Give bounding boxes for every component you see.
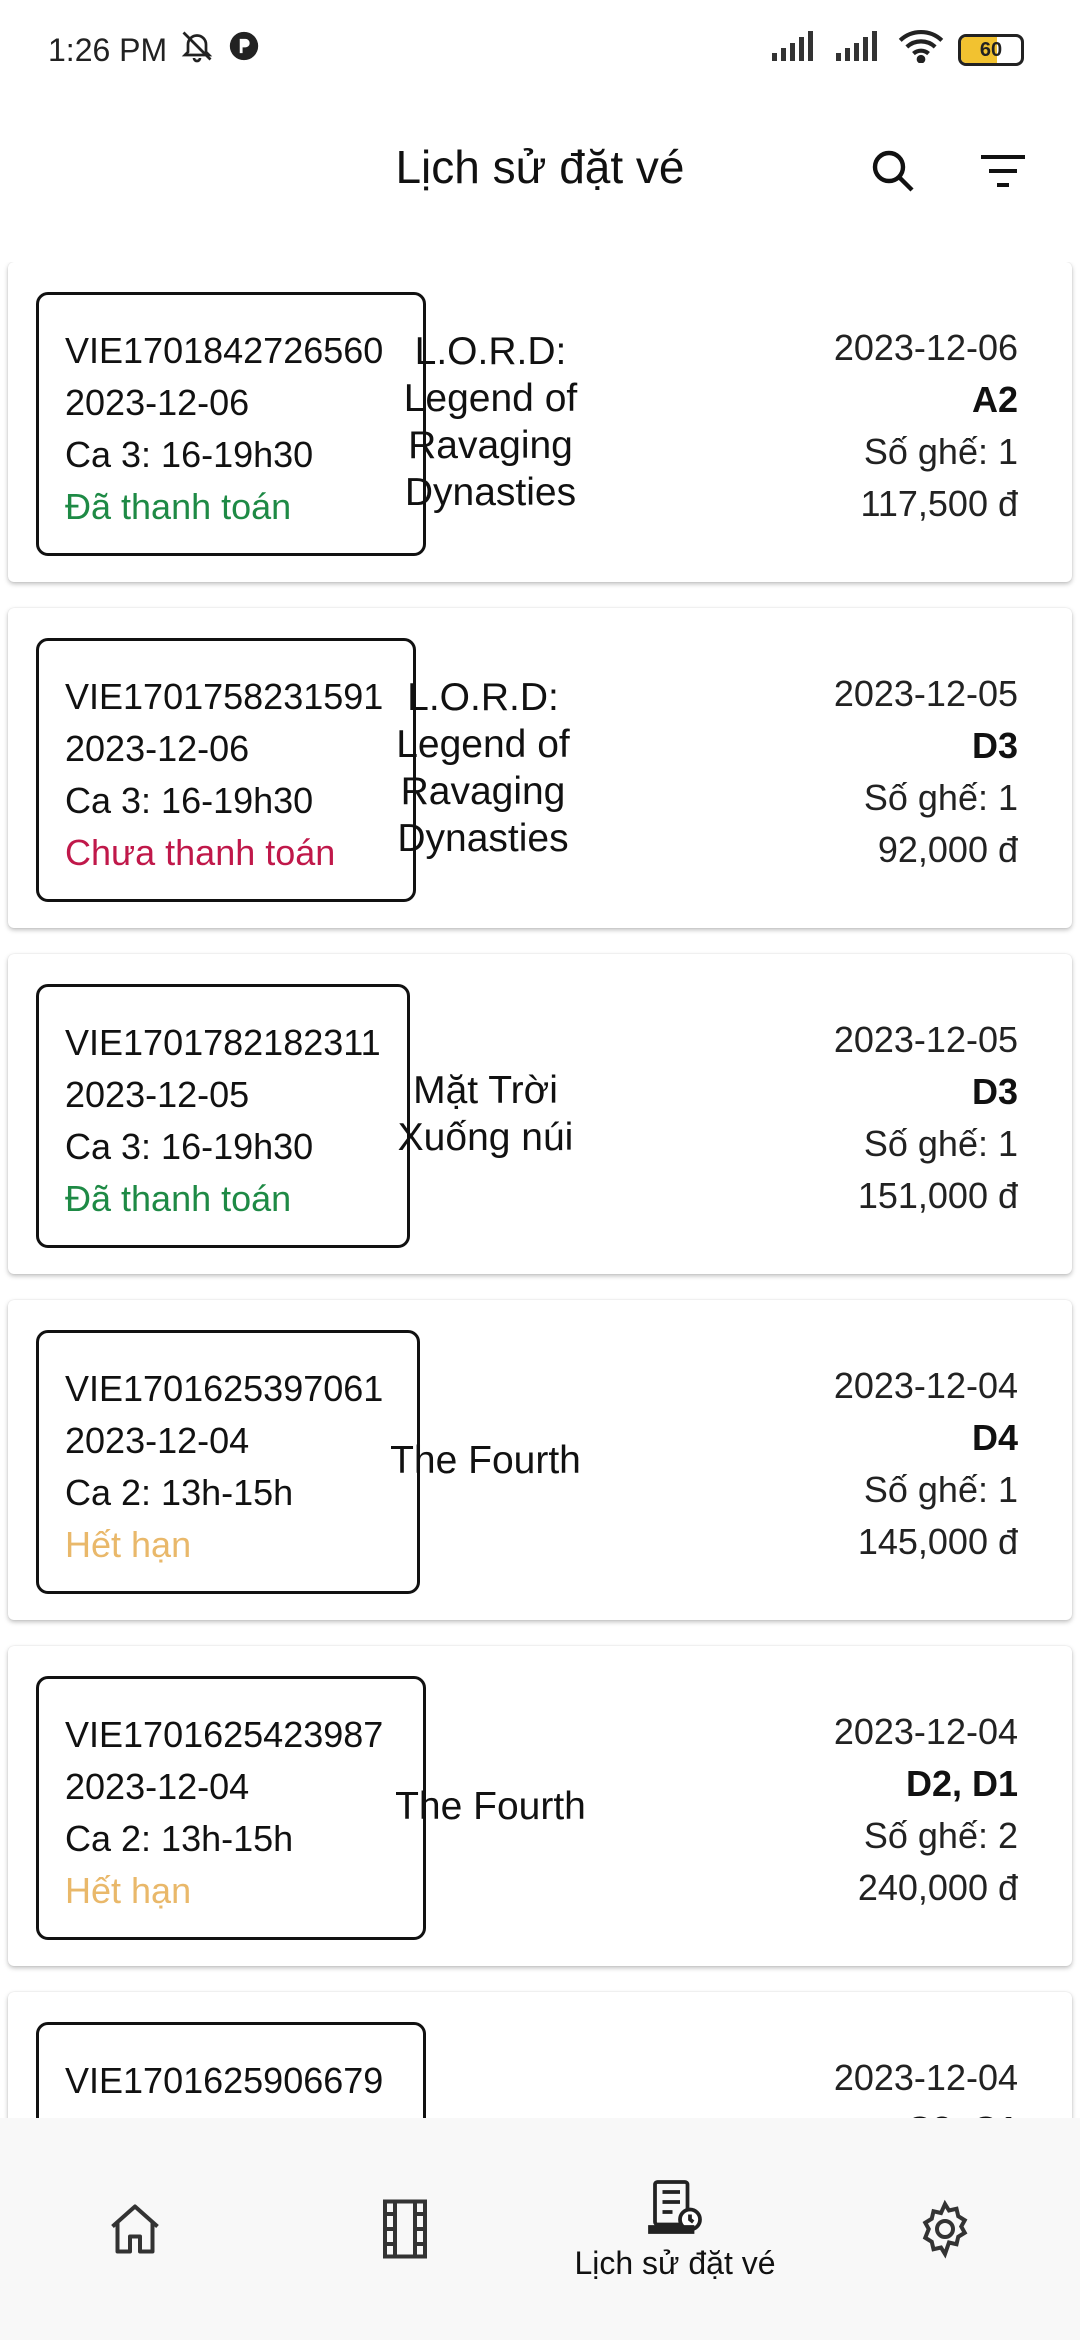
battery-icon: 60	[958, 34, 1024, 66]
show-date: 2023-12-06	[833, 327, 1018, 368]
ticket-price: 151,000 đ	[857, 1175, 1018, 1216]
ticket-price: 240,000 đ	[857, 1867, 1018, 1908]
movie-title-text: The Fourth	[395, 1784, 586, 1828]
ticket-price: 92,000 đ	[877, 829, 1018, 870]
movie-title-text: L.O.R.D: Legend of Ravaging Dynasties	[396, 676, 570, 860]
movie-title-text: Mặt Trời Xuống núi	[397, 1069, 574, 1159]
home-icon	[111, 2204, 159, 2254]
seat-count: Số ghế: 1	[863, 1123, 1018, 1164]
booking-history-screen: 1:26 PM 60 Lịch sử đặt vé VIE17018427265…	[0, 0, 1080, 2340]
seat-list: D4	[971, 1417, 1018, 1458]
seat-list: D2, D1	[905, 1763, 1018, 1804]
nav-booking-history[interactable]: Lịch sử đặt vé	[540, 2118, 810, 2340]
movie-title-text: L.O.R.D: Legend of Ravaging Dynasties	[403, 330, 578, 514]
movie-title: L.O.R.D: Legend of Ravaging Dynasties	[298, 262, 683, 582]
search-icon	[872, 150, 914, 192]
filter-icon	[981, 155, 1025, 187]
seat-count: Số ghế: 1	[863, 777, 1018, 818]
show-date: 2023-12-04	[833, 1711, 1018, 1752]
seat-count: Số ghế: 2	[863, 1815, 1018, 1856]
seat-list: D3	[971, 725, 1018, 766]
app-header: Lịch sử đặt vé	[0, 110, 1080, 230]
booking-card[interactable]: VIE1701758231591 2023-12-06 Ca 3: 16-19h30…	[8, 608, 1072, 928]
seat-list: A2	[971, 379, 1018, 420]
app-notification-icon	[227, 29, 261, 71]
nav-home[interactable]	[0, 2118, 270, 2340]
nav-label-booking-history: Lịch sử đặt vé	[574, 2244, 776, 2281]
booking-details: 2023-12-05 D3 Số ghế: 1 92,000 đ	[834, 668, 1018, 876]
booking-card[interactable]: VIE17016259066792023-12-05Mặt Trời2023-1…	[8, 1992, 1072, 2118]
booking-card[interactable]: VIE1701782182311 2023-12-05 Ca 3: 16-19h30…	[8, 954, 1072, 1274]
movie-title: The Fourth	[298, 1300, 673, 1620]
status-bar: 1:26 PM 60	[0, 0, 1080, 100]
bottom-navigation: Lịch sử đặt vé	[0, 2118, 1080, 2340]
movie-title: L.O.R.D: Legend of Ravaging Dynasties	[298, 608, 668, 928]
seat-list: D3	[971, 1071, 1018, 1112]
show-date: 2023-12-04	[833, 2057, 1018, 2098]
movie-title: Mặt Trời Xuống núi	[298, 954, 673, 1274]
booking-card[interactable]: VIE1701842726560 2023-12-06 Ca 3: 16-19h30…	[8, 262, 1072, 582]
ticket-price: 117,500 đ	[860, 483, 1018, 524]
seat-count: Số ghế: 1	[863, 431, 1018, 472]
booking-history-icon	[648, 2179, 702, 2234]
battery-indicator: 60	[958, 34, 1032, 66]
booking-card[interactable]: VIE1701625397061 2023-12-04 Ca 2: 13h-15h H…	[8, 1300, 1072, 1620]
seat-list: C2, C1	[834, 2104, 1018, 2118]
clock: 1:26 PM	[48, 31, 168, 68]
movie-title-text: The Fourth	[390, 1438, 581, 1482]
nav-settings[interactable]	[810, 2118, 1080, 2340]
seat-count: Số ghế: 1	[863, 1469, 1018, 1510]
signal-icon	[770, 31, 820, 69]
bell-muted-icon	[179, 28, 215, 72]
movie-title: Mặt Trời	[298, 1992, 673, 2118]
booking-card[interactable]: VIE1701625423987 2023-12-04 Ca 2: 13h-15h H…	[8, 1646, 1072, 1966]
status-bar-right: 60	[770, 29, 1032, 71]
movie-title: The Fourth	[298, 1646, 683, 1966]
show-date: 2023-12-04	[833, 1365, 1018, 1406]
show-date: 2023-12-05	[833, 1019, 1018, 1060]
show-date: 2023-12-05	[833, 673, 1018, 714]
booking-details: 2023-12-05 D3 Số ghế: 1 151,000 đ	[834, 1014, 1018, 1222]
wifi-icon	[898, 29, 944, 71]
nav-movies[interactable]	[270, 2118, 540, 2340]
booking-details: 2023-12-04 D4 Số ghế: 1 145,000 đ	[834, 1360, 1018, 1568]
booking-details: 2023-12-04 D2, D1 Số ghế: 2 240,000 đ	[834, 1706, 1018, 1914]
film-icon	[383, 2199, 427, 2259]
signal-icon-2	[834, 31, 884, 69]
filter-button[interactable]	[968, 136, 1038, 206]
booking-list[interactable]: VIE1701842726560 2023-12-06 Ca 3: 16-19h30…	[0, 262, 1080, 2118]
ticket-price: 145,000 đ	[857, 1521, 1018, 1562]
search-button[interactable]	[858, 136, 928, 206]
booking-details: 2023-12-04 C2, C1	[834, 2052, 1018, 2118]
booking-details: 2023-12-06 A2 Số ghế: 1 117,500 đ	[834, 322, 1018, 530]
status-bar-left: 1:26 PM	[48, 28, 261, 72]
settings-icon	[922, 2199, 968, 2259]
battery-level: 60	[979, 38, 1003, 61]
